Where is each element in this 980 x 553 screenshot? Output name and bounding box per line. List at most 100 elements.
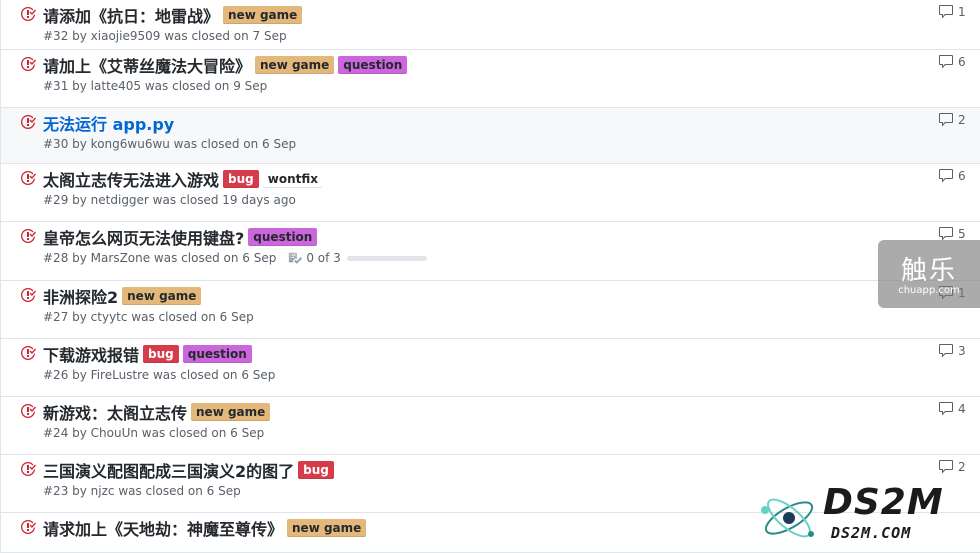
issue-meta-text: #31 by latte405 was closed on 9 Sep	[43, 79, 268, 93]
issue-comments-link[interactable]: 3	[938, 343, 966, 359]
ds2m-watermark-url: DS2M.COM	[831, 524, 912, 542]
issue-title-line: 三国演义配图配成三国演义2的图了 bug	[43, 458, 338, 482]
issue-row[interactable]: 非洲探险2 new game #27 by ctyytc was closed on…	[0, 281, 980, 339]
issue-title-line: 请加上《艾蒂丝魔法大冒险》 new game question	[43, 53, 411, 77]
issue-label-bug[interactable]: bug	[298, 461, 334, 479]
issue-title-link[interactable]: 下载游戏报错	[43, 342, 139, 366]
issue-comment-count: 3	[958, 344, 966, 358]
issue-comment-count: 2	[958, 460, 966, 474]
issue-comments-link[interactable]: 2	[938, 112, 966, 128]
issue-title-link[interactable]: 非洲探险2	[43, 284, 118, 308]
task-progress-text: 0 of 3	[306, 251, 341, 265]
issue-closed-icon	[21, 56, 36, 71]
issue-closed-icon	[21, 287, 36, 302]
issue-meta: #23 by njzc was closed on 6 Sep	[43, 484, 241, 498]
issue-meta: #32 by xiaojie9509 was closed on 7 Sep	[43, 29, 287, 43]
issue-title-link[interactable]: 新游戏：太阁立志传	[43, 400, 187, 424]
issue-row[interactable]: 皇帝怎么网页无法使用键盘? question #28 by MarsZone was…	[0, 222, 980, 281]
issue-label-new-game[interactable]: new game	[191, 403, 271, 421]
issue-row[interactable]: 下载游戏报错 bug question #26 by FireLustre was c…	[0, 339, 980, 397]
issue-closed-icon	[21, 403, 36, 418]
issue-closed-icon	[21, 520, 36, 534]
issue-comments-link[interactable]: 6	[938, 168, 966, 184]
issue-comment-count: 6	[958, 55, 966, 69]
issue-title-link[interactable]: 太阁立志传无法进入游戏	[43, 167, 219, 191]
issue-title-line: 请求加上《天地劫：神魔至尊传》 new game	[43, 516, 370, 540]
issue-row[interactable]: 请加上《艾蒂丝魔法大冒险》 new game question #31 by latt…	[0, 50, 980, 108]
issue-comment-count: 1	[958, 5, 966, 19]
issue-meta: #26 by FireLustre was closed on 6 Sep	[43, 368, 275, 382]
issue-comment-count: 5	[958, 227, 966, 241]
issue-title-line: 太阁立志传无法进入游戏 bug wontfix	[43, 167, 327, 191]
issue-meta-text: #28 by MarsZone was closed on 6 Sep	[43, 251, 277, 265]
issue-title-line: 非洲探险2 new game	[43, 284, 205, 308]
issue-row[interactable]: 新游戏：太阁立志传 new game #24 by ChouUn was close…	[0, 397, 980, 455]
issue-title-link[interactable]: 皇帝怎么网页无法使用键盘?	[43, 225, 244, 249]
issue-title-line: 新游戏：太阁立志传 new game	[43, 400, 274, 424]
chuapp-watermark-logo: 触乐	[900, 256, 957, 286]
comment-icon	[939, 402, 953, 416]
issue-comment-count: 4	[958, 402, 966, 416]
issue-label-question[interactable]: question	[182, 345, 252, 363]
chuapp-watermark: 触乐 chuapp.com	[878, 240, 980, 308]
comment-icon	[939, 55, 953, 69]
issue-title-line: 请添加《抗日：地雷战》 new game	[43, 3, 306, 27]
comment-icon	[939, 460, 953, 474]
issue-row[interactable]: 无法运行 app.py #30 by kong6wu6wu was closed …	[0, 108, 980, 164]
task-progress-bar	[346, 255, 427, 261]
issue-meta-text: #30 by kong6wu6wu was closed on 6 Sep	[43, 137, 297, 151]
issue-closed-icon	[21, 345, 36, 360]
issue-comment-count: 6	[958, 169, 966, 183]
issue-meta: #29 by netdigger was closed 19 days ago	[43, 193, 296, 207]
issue-meta: #30 by kong6wu6wu was closed on 6 Sep	[43, 137, 296, 151]
issue-closed-icon	[21, 6, 36, 21]
issue-list: 请添加《抗日：地雷战》 new game #32 by xiaojie9509 wa…	[0, 0, 980, 553]
comment-icon	[939, 113, 953, 127]
issue-meta-text: #27 by ctyytc was closed on 6 Sep	[43, 310, 254, 324]
comment-icon	[939, 169, 953, 183]
issue-closed-icon	[21, 114, 36, 129]
issue-comments-link[interactable]: 4	[938, 401, 966, 417]
task-progress: 0 of 3	[288, 251, 427, 265]
checklist-icon	[289, 252, 303, 264]
issue-title-link[interactable]: 请添加《抗日：地雷战》	[43, 3, 219, 27]
issue-comments-link[interactable]: 1	[938, 4, 966, 20]
issue-title-link[interactable]: 三国演义配图配成三国演义2的图了	[43, 458, 294, 482]
issue-closed-icon	[21, 228, 36, 243]
issue-meta-text: #29 by netdigger was closed 19 days ago	[43, 193, 296, 207]
ds2m-watermark: DS2M DS2M.COM	[755, 482, 980, 550]
issue-title-link[interactable]: 请求加上《天地劫：神魔至尊传》	[43, 516, 283, 540]
issue-meta-text: #24 by ChouUn was closed on 6 Sep	[43, 426, 265, 440]
issue-comment-count: 2	[958, 113, 966, 127]
issue-comments-link[interactable]: 2	[938, 459, 966, 475]
issue-label-question[interactable]: question	[338, 56, 408, 74]
issue-label-bug[interactable]: bug	[223, 170, 259, 188]
issue-meta: #27 by ctyytc was closed on 6 Sep	[43, 310, 254, 324]
issue-label-new-game[interactable]: new game	[223, 6, 303, 24]
issue-meta: #24 by ChouUn was closed on 6 Sep	[43, 426, 264, 440]
issue-row[interactable]: 请添加《抗日：地雷战》 new game #32 by xiaojie9509 wa…	[0, 0, 980, 50]
issue-meta-text: #32 by xiaojie9509 was closed on 7 Sep	[43, 29, 287, 43]
ds2m-watermark-logo: DS2M	[823, 482, 944, 523]
issue-row[interactable]: 太阁立志传无法进入游戏 bug wontfix #29 by netdigger wa…	[0, 164, 980, 222]
issue-title-line: 无法运行 app.py	[43, 111, 178, 135]
issue-label-new-game[interactable]: new game	[255, 56, 335, 74]
issue-meta-text: #26 by FireLustre was closed on 6 Sep	[43, 368, 276, 382]
issue-label-new-game[interactable]: new game	[122, 287, 202, 305]
issue-meta: #28 by MarsZone was closed on 6 Sep 0 of …	[43, 251, 427, 265]
issue-label-bug[interactable]: bug	[143, 345, 179, 363]
issue-title-line: 皇帝怎么网页无法使用键盘? question	[43, 225, 321, 249]
issue-label-new-game[interactable]: new game	[287, 519, 367, 537]
issue-title-link[interactable]: 无法运行 app.py	[43, 111, 174, 135]
issue-label-wontfix[interactable]: wontfix	[262, 170, 323, 188]
issue-comments-link[interactable]: 6	[938, 54, 966, 70]
chuapp-watermark-url: chuapp.com	[898, 285, 960, 296]
issue-meta-text: #23 by njzc was closed on 6 Sep	[43, 484, 241, 498]
issue-label-question[interactable]: question	[248, 228, 318, 246]
ds2m-logo-icon	[761, 498, 814, 538]
issue-title-line: 下载游戏报错 bug question	[43, 342, 256, 366]
issue-closed-icon	[21, 461, 36, 476]
issue-meta: #31 by latte405 was closed on 9 Sep	[43, 79, 267, 93]
issue-closed-icon	[21, 170, 36, 185]
issue-title-link[interactable]: 请加上《艾蒂丝魔法大冒险》	[43, 53, 251, 77]
